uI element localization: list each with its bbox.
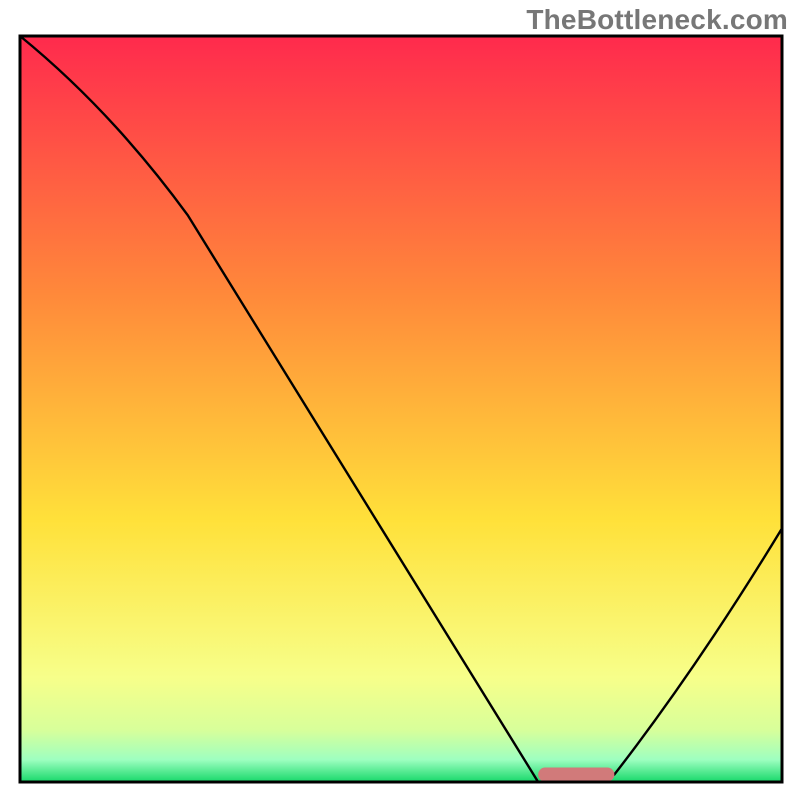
optimal-indicator: [538, 768, 614, 782]
watermark: TheBottleneck.com: [526, 4, 788, 36]
bottleneck-chart: [0, 0, 800, 800]
chart-container: TheBottleneck.com: [0, 0, 800, 800]
